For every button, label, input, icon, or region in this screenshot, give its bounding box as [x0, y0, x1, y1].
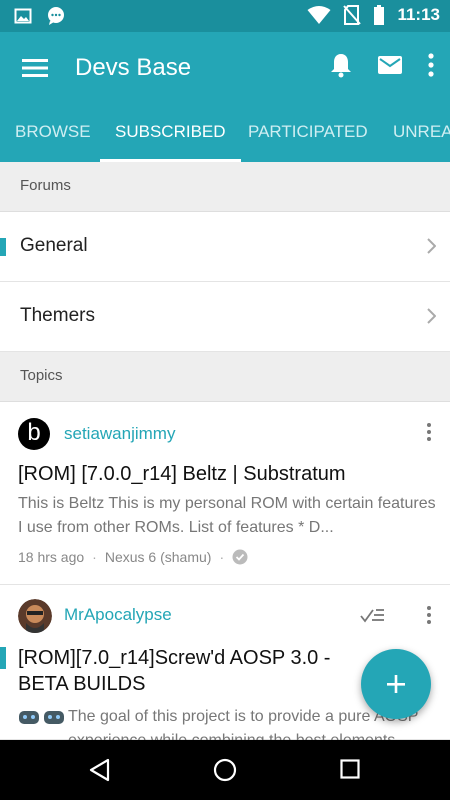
- image-icon: [14, 8, 32, 24]
- separator-dot: ·: [219, 549, 225, 565]
- topic-author[interactable]: MrApocalypse: [64, 605, 172, 625]
- more-vert-icon[interactable]: [426, 605, 432, 625]
- tab-subscribed[interactable]: SUBSCRIBED: [100, 104, 241, 162]
- topic-title[interactable]: [ROM][7.0_r14]Screw'd AOSP 3.0 - BETA BU…: [18, 645, 380, 697]
- chevron-right-icon: [427, 238, 436, 254]
- tab-unread[interactable]: UNREAD: [393, 104, 450, 162]
- mark-read-icon[interactable]: [360, 607, 386, 625]
- avatar: [18, 599, 52, 633]
- gamepad-emoji-icon: [19, 711, 39, 724]
- wifi-icon: [307, 6, 331, 24]
- chevron-right-icon: [427, 308, 436, 324]
- more-vert-icon[interactable]: [426, 422, 432, 442]
- chat-bubble-icon: [48, 7, 64, 25]
- clock: 11:13: [397, 5, 440, 24]
- topic-title[interactable]: [ROM] [7.0.0_r14] Beltz | Substratum: [18, 461, 436, 487]
- forums-section-header: Forums: [0, 162, 450, 212]
- unread-marker: [0, 238, 6, 256]
- topic-meta: 18 hrs ago · Nexus 6 (shamu) ·: [18, 549, 248, 565]
- topic-device: Nexus 6 (shamu): [104, 549, 212, 565]
- unread-marker: [0, 647, 6, 669]
- topic-author[interactable]: setiawanjimmy: [64, 424, 175, 444]
- separator-dot: ·: [92, 549, 97, 565]
- tab-browse[interactable]: BROWSE: [15, 104, 91, 162]
- status-bar: 11:13: [0, 0, 450, 32]
- no-sim-icon: [343, 5, 362, 25]
- topics-section-header: Topics: [0, 352, 450, 402]
- back-icon[interactable]: [88, 758, 110, 782]
- battery-icon: [374, 5, 385, 25]
- more-vert-icon[interactable]: [428, 53, 434, 77]
- check-circle-icon: [232, 549, 248, 565]
- bell-icon[interactable]: [330, 52, 352, 78]
- mail-icon[interactable]: [378, 55, 402, 75]
- tab-bar: BROWSE SUBSCRIBED PARTICIPATED UNREAD: [0, 104, 450, 162]
- forum-label: General: [20, 235, 88, 256]
- avatar: b: [18, 418, 50, 450]
- gamepad-emoji-icon: [44, 711, 64, 724]
- topic-time: 18 hrs ago: [18, 549, 85, 565]
- new-topic-button[interactable]: [361, 649, 431, 719]
- topic-excerpt: This is Beltz This is my personal ROM wi…: [18, 495, 436, 536]
- app-title: Devs Base: [75, 54, 192, 81]
- app-bar: Devs Base: [0, 32, 450, 104]
- recents-icon[interactable]: [340, 758, 360, 780]
- home-icon[interactable]: [213, 758, 237, 782]
- forum-item-general[interactable]: General: [0, 212, 450, 282]
- plus-icon: [387, 675, 405, 693]
- forum-label: Themers: [20, 305, 95, 326]
- topic-card[interactable]: b setiawanjimmy [ROM] [7.0.0_r14] Beltz …: [0, 402, 450, 585]
- tab-participated[interactable]: PARTICIPATED: [248, 104, 368, 162]
- menu-icon[interactable]: [22, 56, 48, 80]
- system-nav-bar: [0, 740, 450, 800]
- forum-item-themers[interactable]: Themers: [0, 282, 450, 352]
